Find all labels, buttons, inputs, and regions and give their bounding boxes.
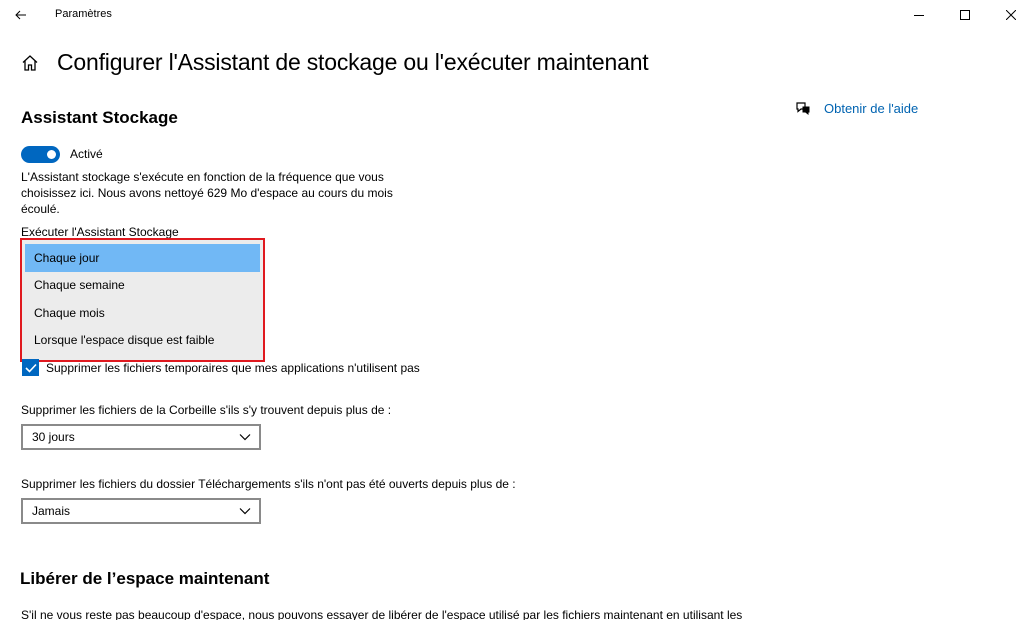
downloads-select[interactable]: Jamais [21,498,261,524]
temp-files-checkbox[interactable] [22,359,39,376]
option-low-disk-space[interactable]: Lorsque l'espace disque est faible [25,327,260,355]
home-button[interactable] [20,53,40,73]
help-chat-icon [796,102,810,116]
run-frequency-dropdown-list: Chaque jour Chaque semaine Chaque mois L… [20,238,265,362]
downloads-label: Supprimer les fichiers du dossier Téléch… [21,477,516,491]
option-every-month[interactable]: Chaque mois [25,299,260,327]
chevron-down-icon [239,434,251,441]
home-icon [22,55,38,71]
maximize-button[interactable] [942,0,988,30]
minimize-icon [914,15,924,16]
page-title: Configurer l'Assistant de stockage ou l'… [57,49,649,75]
back-arrow-icon [15,10,26,20]
window-title: Paramètres [55,8,112,20]
toggle-label: Activé [70,147,103,161]
toggle-knob [47,150,56,159]
minimize-button[interactable] [896,0,942,30]
free-space-heading: Libérer de l’espace maintenant [20,569,270,588]
run-frequency-label: Exécuter l'Assistant Stockage [21,225,179,239]
chevron-down-icon [239,508,251,515]
back-button[interactable] [8,4,34,26]
recycle-bin-value: 30 jours [32,430,75,444]
temp-files-label: Supprimer les fichiers temporaires que m… [46,361,420,375]
maximize-icon [960,10,970,20]
storage-sense-heading: Assistant Stockage [21,108,178,127]
close-button[interactable] [988,0,1024,30]
downloads-value: Jamais [32,504,71,518]
free-space-description: S'il ne vous reste pas beaucoup d'espace… [21,608,743,620]
option-every-week[interactable]: Chaque semaine [25,272,260,300]
checkmark-icon [24,363,37,373]
storage-sense-description: L'Assistant stockage s'exécute en foncti… [21,170,393,216]
title-bar: Paramètres [0,0,1024,30]
option-every-day[interactable]: Chaque jour [25,244,260,272]
recycle-bin-label: Supprimer les fichiers de la Corbeille s… [21,403,392,417]
help-link-container[interactable]: Obtenir de l'aide [795,101,918,116]
close-icon [1006,10,1016,20]
recycle-bin-select[interactable]: 30 jours [21,424,261,450]
help-link[interactable]: Obtenir de l'aide [824,101,918,116]
storage-sense-toggle[interactable] [21,146,60,163]
